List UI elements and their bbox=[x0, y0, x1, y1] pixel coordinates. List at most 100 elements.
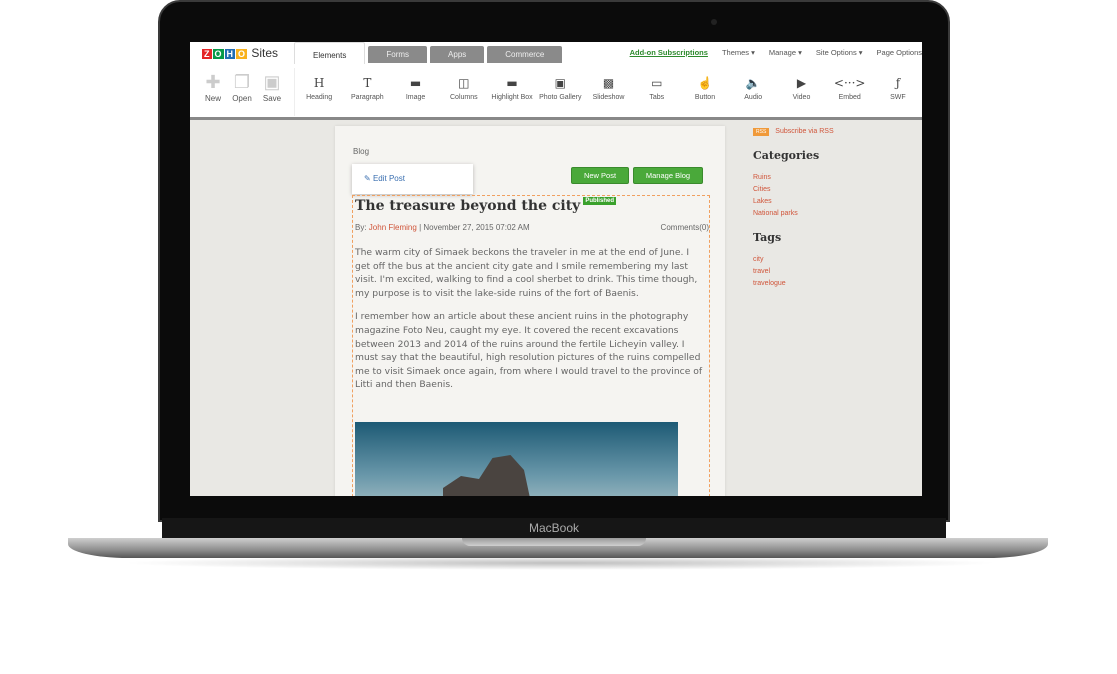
element-image[interactable]: ▬ Image bbox=[391, 68, 439, 116]
tags-list: city travel travelogue bbox=[753, 256, 913, 287]
element-label: Embed bbox=[838, 94, 861, 101]
image-icon: ▬ bbox=[409, 76, 422, 90]
element-columns[interactable]: ◫ Columns bbox=[440, 68, 488, 116]
element-video[interactable]: ▶ Video bbox=[777, 68, 825, 116]
label: Subscribe via RSS bbox=[775, 128, 834, 135]
photo-gallery-icon: ▣ bbox=[554, 76, 566, 90]
element-label: Photo Gallery bbox=[539, 94, 582, 101]
video-icon: ▶ bbox=[796, 76, 807, 90]
post-body: The warm city of Simaek beckons the trav… bbox=[355, 246, 707, 402]
by-label: By: bbox=[355, 223, 367, 232]
tab-forms[interactable]: Forms bbox=[368, 46, 428, 63]
element-paragraph[interactable]: T Paragraph bbox=[343, 68, 391, 116]
zoho-logo: ZOHO Sites bbox=[202, 46, 279, 60]
paragraph: I remember how an article about these an… bbox=[355, 311, 703, 391]
element-embed[interactable]: <···> Embed bbox=[826, 68, 874, 116]
element-heading[interactable]: H Heading bbox=[295, 68, 343, 116]
element-photo-gallery[interactable]: ▣ Photo Gallery bbox=[536, 68, 584, 116]
open-icon: ❐ bbox=[233, 72, 251, 92]
camera bbox=[711, 19, 717, 25]
element-label: Tabs bbox=[649, 94, 665, 101]
element-audio[interactable]: 🔈 Audio bbox=[729, 68, 777, 116]
tag-link[interactable]: travel bbox=[753, 268, 913, 275]
manage-menu[interactable]: Manage ▾ bbox=[769, 48, 802, 57]
tab-commerce[interactable]: Commerce bbox=[487, 46, 563, 63]
label: Save bbox=[262, 94, 282, 103]
category-link[interactable]: Ruins bbox=[753, 174, 913, 181]
tabs-icon: ▭ bbox=[651, 76, 663, 90]
element-label: Button bbox=[694, 94, 716, 101]
tag-link[interactable]: city bbox=[753, 256, 913, 263]
element-highlight-box[interactable]: ▬ Highlight Box bbox=[488, 68, 536, 116]
elements-palette: H Heading T Paragraph ▬ Image ◫ Columns ▬ Highlig… bbox=[294, 68, 922, 116]
slideshow-icon: ▩ bbox=[602, 76, 615, 90]
category-link[interactable]: National parks bbox=[753, 210, 913, 217]
highlight-box-icon: ▬ bbox=[506, 76, 518, 90]
swf-icon: ƒ bbox=[895, 76, 901, 90]
element-label: Image bbox=[405, 94, 426, 101]
categories-list: Ruins Cities Lakes National parks bbox=[753, 174, 913, 217]
editor-toolbar: ZOHO Sites ✚ New ❐ Open ▣ Save Elements For… bbox=[190, 42, 922, 120]
category-link[interactable]: Lakes bbox=[753, 198, 913, 205]
element-slideshow[interactable]: ▩ Slideshow bbox=[584, 68, 632, 116]
manage-blog-button[interactable]: Manage Blog bbox=[633, 167, 703, 184]
element-tabs[interactable]: ▭ Tabs bbox=[633, 68, 681, 116]
category-link[interactable]: Cities bbox=[753, 186, 913, 193]
title-text: The treasure beyond the city bbox=[355, 198, 581, 214]
app-name: Sites bbox=[251, 46, 279, 60]
blog-panel: Blog ✎ Edit Post New Post Manage Blog Th… bbox=[335, 126, 725, 496]
new-post-button[interactable]: New Post bbox=[571, 167, 629, 184]
open-button[interactable]: ❐ Open bbox=[227, 72, 257, 103]
label: New bbox=[204, 94, 221, 103]
pencil-icon: ✎ bbox=[364, 174, 373, 183]
tab-apps[interactable]: Apps bbox=[430, 46, 485, 63]
rss-icon: RSS bbox=[753, 128, 770, 136]
label: Edit Post bbox=[372, 174, 405, 183]
top-menu: Add-on Subscriptions Themes ▾ Manage ▾ S… bbox=[630, 48, 922, 57]
plus-icon: ✚ bbox=[205, 72, 221, 92]
comments-link[interactable]: Comments(0) bbox=[661, 223, 709, 232]
categories-heading: Categories bbox=[753, 149, 820, 162]
element-label: Heading bbox=[306, 94, 333, 101]
embed-icon: <···> bbox=[833, 76, 866, 90]
blog-post: The treasure beyond the city Published By… bbox=[352, 195, 710, 496]
laptop-shadow bbox=[120, 556, 1000, 570]
save-button[interactable]: ▣ Save bbox=[257, 72, 287, 103]
element-label: Columns bbox=[450, 94, 478, 101]
author-link[interactable]: John Fleming bbox=[369, 223, 417, 232]
element-label: Video bbox=[792, 94, 811, 101]
addon-subscriptions-link[interactable]: Add-on Subscriptions bbox=[630, 48, 708, 57]
screen: ZOHO Sites ✚ New ❐ Open ▣ Save Elements For… bbox=[190, 42, 922, 496]
site-options-menu[interactable]: Site Options ▾ bbox=[816, 48, 863, 57]
element-swf[interactable]: ƒ SWF bbox=[874, 68, 922, 116]
paragraph-icon: T bbox=[363, 76, 372, 90]
rss-subscribe-link[interactable]: RSS Subscribe via RSS bbox=[753, 128, 913, 136]
post-meta: By: John Fleming | November 27, 2015 07:… bbox=[355, 223, 709, 232]
element-label: Highlight Box bbox=[491, 94, 533, 101]
tab-bar: Elements Forms Apps Commerce bbox=[294, 42, 563, 64]
laptop-notch bbox=[462, 538, 646, 546]
element-button[interactable]: ☝ Button bbox=[681, 68, 729, 116]
tag-link[interactable]: travelogue bbox=[753, 280, 913, 287]
post-image bbox=[355, 422, 678, 496]
device-label: MacBook bbox=[162, 518, 946, 538]
element-label: SWF bbox=[890, 94, 906, 101]
paragraph: The warm city of Simaek beckons the trav… bbox=[355, 247, 698, 299]
audio-icon: 🔈 bbox=[745, 76, 761, 90]
themes-menu[interactable]: Themes ▾ bbox=[722, 48, 755, 57]
element-label: Paragraph bbox=[351, 94, 384, 101]
columns-icon: ◫ bbox=[458, 76, 470, 90]
save-icon: ▣ bbox=[263, 72, 281, 92]
post-title: The treasure beyond the city Published bbox=[355, 197, 616, 214]
tab-elements[interactable]: Elements bbox=[294, 42, 366, 64]
post-date: | November 27, 2015 07:02 AM bbox=[419, 223, 530, 232]
blog-sidebar: RSS Subscribe via RSS Categories Ruins Cit… bbox=[753, 128, 913, 292]
tags-heading: Tags bbox=[753, 231, 782, 244]
heading-icon: H bbox=[313, 76, 325, 90]
breadcrumb[interactable]: Blog bbox=[353, 147, 369, 156]
page-options-menu[interactable]: Page Options bbox=[877, 48, 922, 57]
edit-post-button[interactable]: ✎ Edit Post bbox=[352, 164, 473, 194]
label: Open bbox=[232, 94, 252, 103]
new-button[interactable]: ✚ New bbox=[198, 72, 228, 103]
element-label: Slideshow bbox=[592, 94, 625, 101]
